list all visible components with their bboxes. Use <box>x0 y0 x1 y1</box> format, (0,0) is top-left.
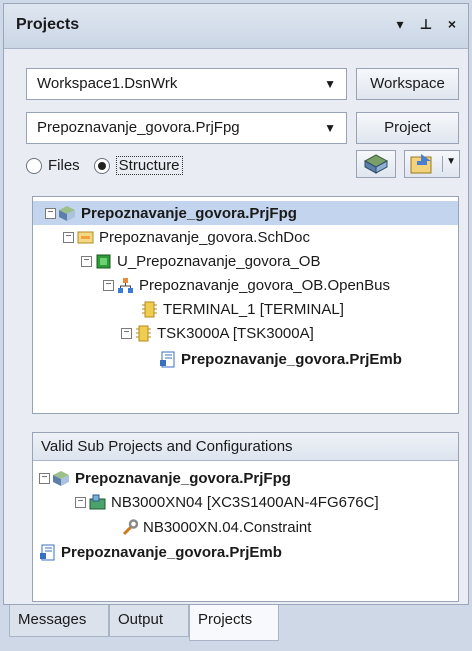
panel-tabs: Messages Output Projects <box>3 605 469 645</box>
collapse-icon[interactable]: − <box>81 255 92 267</box>
tab-messages[interactable]: Messages <box>9 605 109 637</box>
list-item-label: NB3000XN.04.Constraint <box>143 518 312 536</box>
sub-projects-header: Valid Sub Projects and Configurations <box>33 433 458 461</box>
sub-projects-list[interactable]: Valid Sub Projects and Configurations − … <box>32 432 459 602</box>
embedded-project-icon <box>160 351 175 367</box>
tree-node[interactable]: TERMINAL_1 [TERMINAL] <box>141 297 344 321</box>
fpga-project-icon <box>59 205 75 221</box>
collapse-icon[interactable]: − <box>121 327 132 339</box>
tree-node-label: TERMINAL_1 [TERMINAL] <box>163 300 344 318</box>
processor-icon <box>136 325 151 341</box>
openbus-icon <box>118 277 133 293</box>
tree-node-label: U_Prepoznavanje_govora_OB <box>117 252 321 270</box>
tree-node[interactable]: − U_Prepoznavanje_govora_OB <box>81 249 320 273</box>
panel-pin-icon[interactable]: ⊥ <box>418 16 434 33</box>
terminal-icon <box>142 301 157 317</box>
list-item[interactable]: − Prepoznavanje_govora.PrjFpg <box>39 466 291 490</box>
tab-projects[interactable]: Projects <box>189 605 279 641</box>
workspace-value: Workspace1.DsnWrk <box>37 75 178 92</box>
tab-output[interactable]: Output <box>109 605 189 637</box>
list-item-label: NB3000XN04 [XC3S1400AN-4FG676C] <box>111 493 379 511</box>
download-icon <box>410 154 432 174</box>
structure-radio[interactable] <box>93 157 110 174</box>
tree-node-label: Prepoznavanje_govora.SchDoc <box>99 228 310 246</box>
tree-node[interactable]: Prepoznavanje_govora.PrjEmb <box>159 347 402 371</box>
collapse-icon[interactable]: − <box>75 496 86 508</box>
panel-close-icon[interactable]: × <box>444 16 460 33</box>
list-item[interactable]: NB3000XN.04.Constraint <box>121 515 311 539</box>
tree-node-label: Prepoznavanje_govora.PrjFpg <box>81 204 297 222</box>
files-radio-label[interactable]: Files <box>48 157 80 174</box>
fpga-project-icon <box>53 470 69 486</box>
tree-node[interactable]: − TSK3000A [TSK3000A] <box>121 321 314 345</box>
compile-button[interactable] <box>356 150 396 178</box>
collapse-icon[interactable]: − <box>45 207 56 219</box>
structure-tree[interactable]: − Prepoznavanje_govora.PrjFpg − Prepozna… <box>32 196 459 414</box>
panel-menu-icon[interactable]: ▾ <box>392 16 408 33</box>
list-item[interactable]: Prepoznavanje_govora.PrjEmb <box>39 540 282 564</box>
component-icon <box>96 254 111 268</box>
collapse-icon[interactable]: − <box>103 279 114 291</box>
tree-node-label: Prepoznavanje_govora_OB.OpenBus <box>139 276 391 294</box>
projects-panel: Projects ▾ ⊥ × Workspace1.DsnWrk ▼ Works… <box>3 3 469 605</box>
collapse-icon[interactable]: − <box>39 472 50 484</box>
workspace-button[interactable]: Workspace <box>356 68 459 100</box>
structure-radio-label[interactable]: Structure <box>115 156 183 175</box>
chevron-down-icon: ▼ <box>324 121 336 135</box>
tree-node[interactable]: − Prepoznavanje_govora.SchDoc <box>63 225 310 249</box>
list-item-label: Prepoznavanje_govora.PrjFpg <box>75 469 291 487</box>
panel-title: Projects <box>16 16 80 33</box>
wrench-icon <box>122 518 138 535</box>
tree-node[interactable]: − Prepoznavanje_govora_OB.OpenBus <box>103 273 390 297</box>
list-item-label: Prepoznavanje_govora.PrjEmb <box>61 543 282 561</box>
tree-node[interactable]: − Prepoznavanje_govora.PrjFpg <box>33 201 458 225</box>
project-button[interactable]: Project <box>356 112 459 144</box>
files-radio[interactable] <box>26 157 42 174</box>
schematic-icon <box>77 231 94 243</box>
project-select[interactable]: Prepoznavanje_govora.PrjFpg ▼ <box>26 112 347 144</box>
chevron-down-icon: ▼ <box>324 77 336 91</box>
board-icon <box>89 494 106 509</box>
workspace-select[interactable]: Workspace1.DsnWrk ▼ <box>26 68 347 100</box>
panel-titlebar: Projects ▾ ⊥ × <box>4 4 468 49</box>
compile-icon <box>363 154 389 174</box>
embedded-project-icon <box>40 544 55 560</box>
download-button[interactable]: ▼ <box>404 150 460 178</box>
project-value: Prepoznavanje_govora.PrjFpg <box>37 119 240 136</box>
dropdown-chevron-icon[interactable]: ▼ <box>442 156 456 172</box>
tree-node-label: TSK3000A [TSK3000A] <box>157 324 314 342</box>
tree-node-label: Prepoznavanje_govora.PrjEmb <box>181 350 402 368</box>
list-item[interactable]: − NB3000XN04 [XC3S1400AN-4FG676C] <box>75 490 379 514</box>
collapse-icon[interactable]: − <box>63 231 74 243</box>
